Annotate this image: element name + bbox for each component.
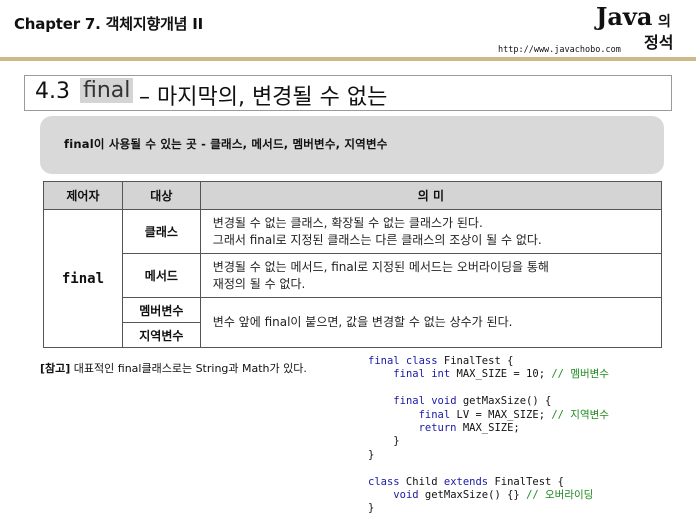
summary-box: final이 사용될 수 있는 곳 - 클래스, 메서드, 멤버변수, 지역변수: [40, 116, 664, 174]
code-text: getMaxSize() {}: [418, 489, 527, 502]
modifier-cell: final: [43, 209, 123, 348]
code-keyword: return: [418, 422, 457, 435]
description-line: 그래서 final로 지정된 클래스는 다른 클래스의 조상이 될 수 없다.: [212, 232, 542, 247]
logo-java-text: Java: [596, 2, 653, 31]
code-keyword: void: [393, 489, 419, 502]
code-text: }: [393, 435, 400, 448]
code-text: }: [368, 448, 375, 461]
code-keyword: final void: [393, 395, 457, 408]
section-subtitle: – 마지막의, 변경될 수 없는: [139, 85, 388, 110]
table-header-row: 제어자 대상 의 미: [43, 181, 663, 210]
code-text: }: [368, 502, 375, 515]
description-cell: 변수 앞에 final이 붙으면, 값을 변경할 수 없는 상수가 된다.: [199, 297, 663, 348]
description-line: 재정의 될 수 없다.: [212, 276, 306, 291]
description-line: 변경될 수 없는 클래스, 확장될 수 없는 클래스가 된다.: [212, 215, 483, 230]
code-text: FinalTest {: [488, 475, 564, 488]
site-url: http://www.javachobo.com: [498, 45, 621, 55]
chapter-title: Chapter 7. 객체지향개념 II: [14, 15, 204, 33]
header-target: 대상: [121, 181, 201, 210]
code-text: Child: [399, 475, 444, 488]
code-comment: // 멤버변수: [551, 368, 609, 381]
description-cell: 변경될 수 없는 메서드, final로 지정된 메서드는 오버라이딩을 통해 …: [199, 253, 663, 298]
slide-header: Chapter 7. 객체지향개념 II Java 의 정석 http://ww…: [0, 0, 696, 60]
note-label: [참고]: [40, 362, 71, 375]
target-cell: 지역변수: [121, 322, 201, 348]
section-number: 4.3: [35, 79, 70, 104]
code-text: FinalTest {: [437, 355, 514, 367]
note-text: 대표적인 final클래스로는 String과 Math가 있다.: [73, 362, 307, 375]
table-row: final 클래스 변경될 수 없는 클래스, 확장될 수 없는 클래스가 된다…: [43, 209, 663, 348]
code-text: LV = MAX_SIZE;: [450, 408, 552, 421]
logo-ui-text: 의: [658, 14, 671, 30]
code-keyword: final int: [393, 368, 451, 381]
summary-text: final이 사용될 수 있는 곳 - 클래스, 메서드, 멤버변수, 지역변수: [64, 137, 388, 151]
code-text: getMaxSize() {: [456, 395, 552, 408]
code-example: final class FinalTest { final int MAX_SI…: [368, 355, 609, 516]
code-text: MAX_SIZE = 10;: [450, 368, 552, 381]
header-meaning: 의 미: [199, 181, 663, 210]
target-cell: 클래스: [121, 209, 201, 254]
code-keyword: final: [418, 408, 451, 421]
description-line: 변경될 수 없는 메서드, final로 지정된 메서드는 오버라이딩을 통해: [212, 259, 549, 274]
section-title: 4.3 final – 마지막의, 변경될 수 없는: [24, 75, 672, 111]
modifier-table: 제어자 대상 의 미 final 클래스 변경될 수 없는 클래스, 확장될 수…: [43, 181, 663, 348]
java-jeongseok-logo: Java 의 정석: [596, 2, 688, 52]
header-modifier: 제어자: [43, 181, 123, 210]
target-cell: 멤버변수: [121, 297, 201, 323]
code-keyword: final class: [368, 355, 438, 367]
code-text: MAX_SIZE;: [456, 422, 520, 435]
logo-jeongseok-text: 정석: [644, 33, 674, 52]
target-cell: 메서드: [121, 253, 201, 298]
table-row: 멤버변수 변수 앞에 final이 붙으면, 값을 변경할 수 없는 상수가 된…: [44, 297, 663, 348]
code-comment: // 지역변수: [551, 408, 609, 421]
code-comment: // 오버라이딩: [526, 489, 594, 502]
reference-note: [참고] 대표적인 final클래스로는 String과 Math가 있다.: [40, 360, 307, 376]
code-keyword: extends: [443, 475, 489, 488]
description-cell: 변경될 수 없는 클래스, 확장될 수 없는 클래스가 된다. 그래서 fina…: [199, 209, 663, 254]
header-divider: [0, 57, 696, 61]
code-keyword: class: [368, 475, 400, 488]
section-keyword: final: [80, 78, 134, 103]
table-row: 메서드 변경될 수 없는 메서드, final로 지정된 메서드는 오버라이딩을…: [44, 253, 663, 298]
